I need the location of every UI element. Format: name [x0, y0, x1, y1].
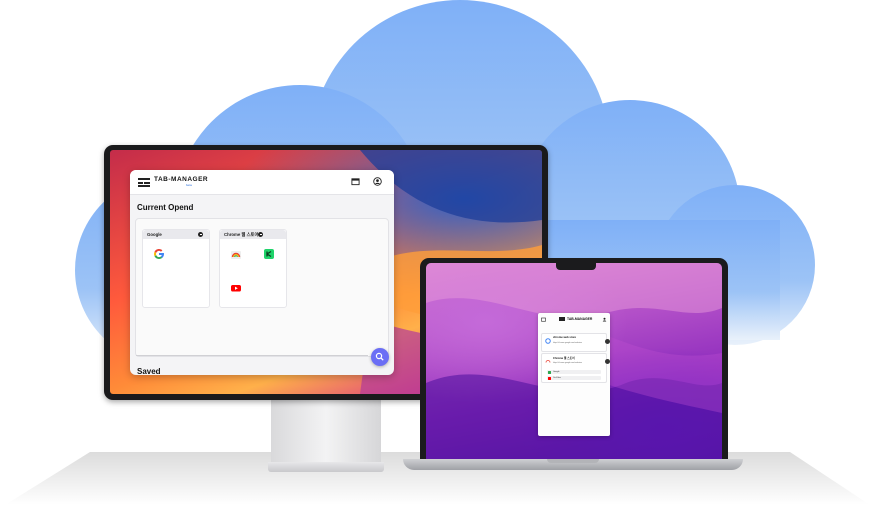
google-favicon-icon	[545, 338, 551, 344]
section-title-current: Current Opend	[137, 203, 194, 212]
profile-icon[interactable]	[373, 177, 382, 186]
card-title: chrome web store	[553, 336, 576, 339]
tab-manager-window: TAB-MANAGER beta Current Opend Google Ch…	[130, 170, 394, 375]
tab-group-card[interactable]: Google	[142, 229, 210, 308]
remove-card-icon[interactable]	[605, 359, 610, 364]
brand-subtitle: beta	[186, 183, 192, 187]
saved-tab-card[interactable]: chrome web store https://chrome.google.c…	[541, 333, 610, 352]
window-icon[interactable]	[351, 177, 360, 186]
window-icon[interactable]	[541, 317, 546, 322]
remove-card-icon[interactable]	[605, 339, 610, 344]
chrome-webstore-favicon-icon	[545, 360, 551, 363]
laptop-notch	[556, 263, 596, 270]
horizontal-scrollbar[interactable]	[136, 355, 368, 356]
list-item[interactable]: YouTube	[547, 376, 601, 380]
tab-group-header: Google	[143, 230, 209, 239]
list-item-label: Google	[553, 370, 560, 373]
brand-title: TAB-MANAGER	[154, 176, 209, 183]
close-group-icon[interactable]	[258, 232, 263, 237]
extension-popup: TAB-MANAGER chrome web store https://chr…	[538, 313, 610, 436]
chrome-webstore-favicon-icon[interactable]	[230, 248, 242, 260]
monitor-stand-neck	[271, 400, 381, 462]
tab-group-card[interactable]: Chrome 웹 스토어	[219, 229, 287, 308]
popup-brand: TAB-MANAGER	[567, 317, 593, 321]
tab-group-header: Chrome 웹 스토어	[220, 230, 286, 239]
search-button[interactable]	[371, 348, 389, 366]
card-title: Chrome 웹 스토어	[553, 357, 575, 360]
card-subtitle: https://chrome.google.com/webstore	[553, 362, 582, 364]
app-header: TAB-MANAGER beta	[130, 170, 394, 195]
laptop-opening-groove	[547, 459, 599, 463]
google-favicon-icon[interactable]	[153, 248, 165, 260]
tab-group-title: Google	[147, 232, 162, 237]
card-subtitle: https://chrome.google.com/webstore	[553, 342, 582, 344]
green-app-favicon-icon[interactable]	[263, 248, 275, 260]
section-title-saved: Saved	[137, 367, 161, 375]
profile-icon[interactable]	[602, 317, 607, 322]
list-item-label: YouTube	[553, 376, 561, 379]
youtube-favicon-icon[interactable]	[230, 282, 242, 294]
tab-group-title: Chrome 웹 스토어	[224, 232, 259, 237]
logo-icon	[559, 317, 565, 321]
list-item-color-icon	[548, 376, 551, 380]
close-group-icon[interactable]	[198, 232, 203, 237]
logo-icon	[138, 178, 150, 187]
search-icon	[375, 352, 384, 361]
list-item-color-icon	[548, 370, 551, 374]
monitor-stand-foot	[268, 462, 384, 472]
list-item[interactable]: Google	[547, 370, 601, 374]
current-tabs-panel: Google Chrome 웹 스토어	[135, 218, 389, 357]
